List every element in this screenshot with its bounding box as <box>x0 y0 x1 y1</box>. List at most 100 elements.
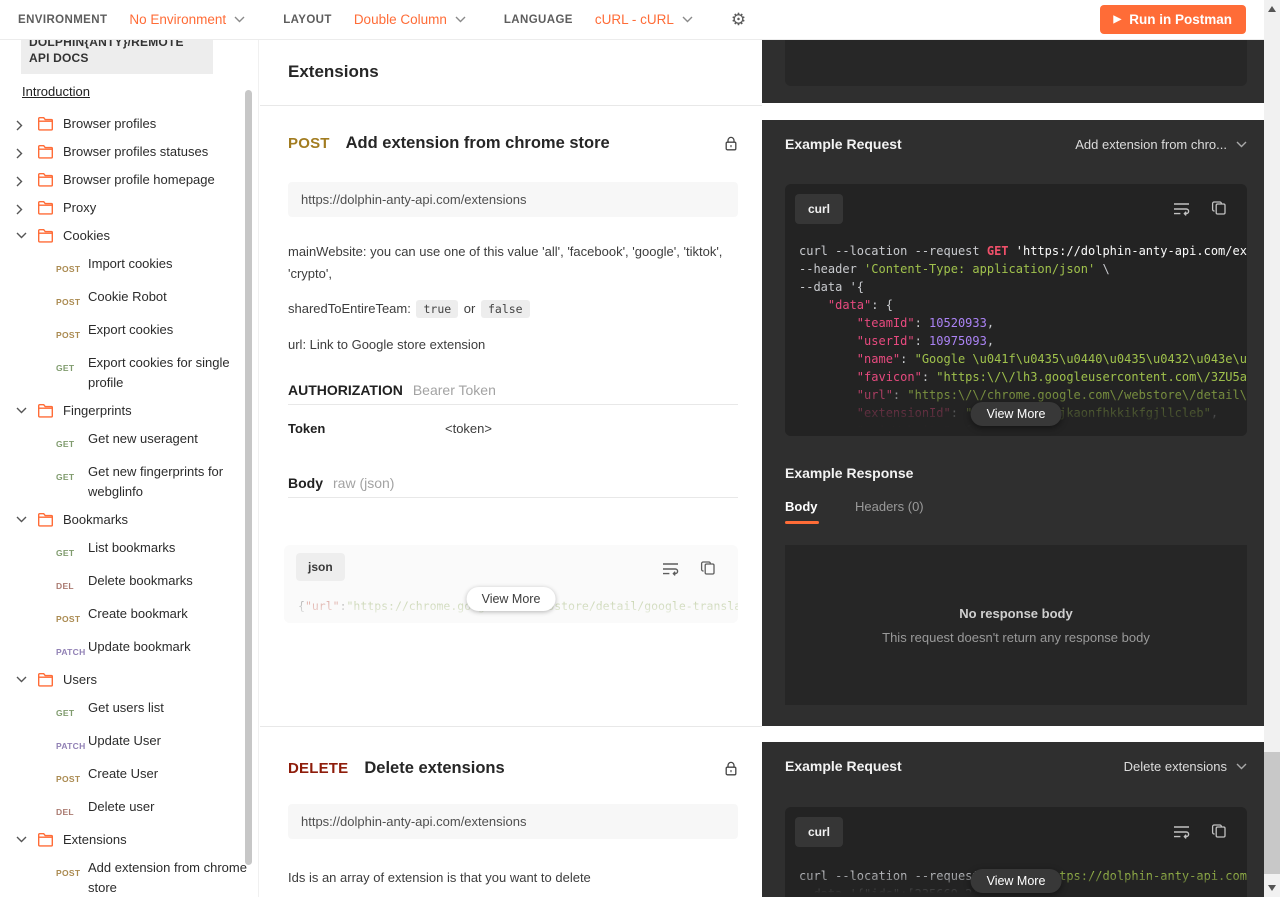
sidebar-folder[interactable]: Browser profiles <box>0 114 250 134</box>
run-in-postman-button[interactable]: ▶ Run in Postman <box>1100 5 1246 34</box>
sidebar-request[interactable]: DELDelete bookmarks <box>0 571 250 596</box>
tab-curl[interactable]: curl <box>795 817 843 847</box>
sidebar-scrollbar-thumb[interactable] <box>245 90 252 865</box>
request-label: Export cookies <box>88 320 250 340</box>
sidebar-request[interactable]: GETList bookmarks <box>0 538 250 563</box>
chevron-down-icon[interactable] <box>682 16 693 23</box>
active-tab-underline <box>785 521 819 524</box>
request-label: Delete bookmarks <box>88 571 250 591</box>
view-more-button[interactable]: View More <box>971 869 1062 893</box>
method-badge: POST <box>56 325 88 345</box>
code-line: --header 'Content-Type: application/json… <box>799 260 1247 278</box>
scroll-up-arrow-icon[interactable] <box>1268 6 1276 12</box>
request-label: Update User <box>88 731 250 751</box>
request-label: List bookmarks <box>88 538 250 558</box>
folder-label: Fingerprints <box>63 401 250 421</box>
layout-label: LAYOUT <box>283 14 332 26</box>
folder-icon <box>37 403 54 418</box>
chevron-down-icon[interactable] <box>455 16 466 23</box>
folder-icon <box>37 116 54 131</box>
wrap-text-icon[interactable] <box>1173 825 1191 839</box>
request-label: Import cookies <box>88 254 250 274</box>
sidebar-request[interactable]: DELDelete user <box>0 797 250 822</box>
scroll-down-arrow-icon[interactable] <box>1268 885 1276 891</box>
sidebar-folder[interactable]: Cookies <box>0 226 250 246</box>
sidebar-request[interactable]: POSTCookie Robot <box>0 287 250 312</box>
divider <box>260 726 762 727</box>
language-select[interactable]: cURL - cURL <box>595 12 674 27</box>
empty-response-subtitle: This request doesn't return any response… <box>882 630 1150 645</box>
layout-select[interactable]: Double Column <box>354 12 447 27</box>
sidebar-request[interactable]: PATCHUpdate User <box>0 731 250 756</box>
sidebar-item-introduction[interactable]: Introduction <box>22 84 90 99</box>
request-label: Get new useragent <box>88 429 250 449</box>
tab-response-body[interactable]: Body <box>785 499 819 524</box>
sidebar-folder[interactable]: Extensions <box>0 830 250 850</box>
wrap-text-icon[interactable] <box>1173 202 1191 216</box>
folder-icon <box>37 144 54 159</box>
code-true: true <box>416 300 458 318</box>
request-url: https://dolphin-anty-api.com/extensions <box>288 804 738 839</box>
gear-icon[interactable]: ⚙ <box>731 10 746 30</box>
curl-code-block: curl curl --location --request DELETE 'h… <box>785 807 1247 897</box>
tab-curl[interactable]: curl <box>795 194 843 224</box>
chevron-down-icon <box>16 676 28 683</box>
request-label: Export cookies for single profile <box>88 353 250 393</box>
method-badge: DEL <box>56 802 88 822</box>
sidebar-request[interactable]: POSTImport cookies <box>0 254 250 279</box>
copy-icon[interactable] <box>1211 823 1227 839</box>
sidebar-folder[interactable]: Proxy <box>0 198 250 218</box>
sidebar-folder[interactable]: Browser profile homepage <box>0 170 250 190</box>
sidebar-request[interactable]: POSTAdd extension from chrome store <box>0 858 250 897</box>
view-more-button[interactable]: View More <box>467 587 556 611</box>
folder-icon <box>37 172 54 187</box>
sidebar-request[interactable]: POSTExport cookies <box>0 320 250 345</box>
curl-code-block: curl curl --location --request GET 'http… <box>785 184 1247 436</box>
view-more-button[interactable]: View More <box>971 402 1062 426</box>
folder-icon <box>37 672 54 687</box>
authorization-heading: AUTHORIZATIONBearer Token <box>288 382 496 398</box>
tab-json[interactable]: json <box>296 553 345 581</box>
sidebar-request[interactable]: GETGet new fingerprints for webglinfo <box>0 462 250 502</box>
auth-type: Bearer Token <box>413 382 496 398</box>
endpoint-header-post: POST Add extension from chrome store <box>288 134 738 153</box>
sidebar-folder[interactable]: Bookmarks <box>0 510 250 530</box>
description-shared: sharedToEntireTeam: true or false <box>288 298 746 320</box>
chevron-down-icon[interactable] <box>234 16 245 23</box>
example-selector[interactable]: Add extension from chro... <box>1075 137 1247 152</box>
copy-icon[interactable] <box>1211 200 1227 216</box>
method-badge: POST <box>56 769 88 789</box>
method-badge: PATCH <box>56 736 88 756</box>
empty-response-panel: No response body This request doesn't re… <box>785 545 1247 705</box>
language-label: LANGUAGE <box>504 14 573 26</box>
method-badge-delete: DELETE <box>288 760 348 777</box>
code-line: --data '{ <box>799 278 1247 296</box>
wrap-text-icon[interactable] <box>662 562 680 576</box>
page-scrollbar-thumb[interactable] <box>1264 752 1280 874</box>
copy-icon[interactable] <box>700 560 716 576</box>
sidebar-folder[interactable]: Browser profiles statuses <box>0 142 250 162</box>
sidebar-request[interactable]: GETGet new useragent <box>0 429 250 454</box>
request-body-code-card: json {"url":"https://chrome.google.com/w… <box>284 545 738 623</box>
tab-response-headers[interactable]: Headers (0) <box>855 499 924 524</box>
sidebar-folder[interactable]: Users <box>0 670 250 690</box>
collection-title[interactable]: DOLPHIN{ANTY}/REMOTE API DOCS <box>21 40 213 74</box>
sidebar-folder[interactable]: Fingerprints <box>0 401 250 421</box>
sidebar-request[interactable]: PATCHUpdate bookmark <box>0 637 250 662</box>
page-scrollbar[interactable] <box>1264 0 1280 897</box>
sidebar-request[interactable]: GETExport cookies for single profile <box>0 353 250 393</box>
sidebar-request[interactable]: GETGet users list <box>0 698 250 723</box>
chevron-right-icon <box>16 176 28 187</box>
sidebar-request[interactable]: POSTCreate User <box>0 764 250 789</box>
environment-select[interactable]: No Environment <box>129 12 226 27</box>
example-selector[interactable]: Delete extensions <box>1124 759 1247 774</box>
endpoint-title: Delete extensions <box>364 759 504 778</box>
request-label: Get new fingerprints for webglinfo <box>88 462 250 502</box>
folder-label: Browser profiles <box>63 114 250 134</box>
sidebar-request[interactable]: POSTCreate bookmark <box>0 604 250 629</box>
method-badge: GET <box>56 434 88 454</box>
sidebar: DOLPHIN{ANTY}/REMOTE API DOCS Introducti… <box>0 40 259 897</box>
example-panel-post: Example Request Add extension from chro.… <box>762 120 1264 726</box>
chevron-right-icon <box>16 204 28 215</box>
method-badge: POST <box>56 863 88 883</box>
